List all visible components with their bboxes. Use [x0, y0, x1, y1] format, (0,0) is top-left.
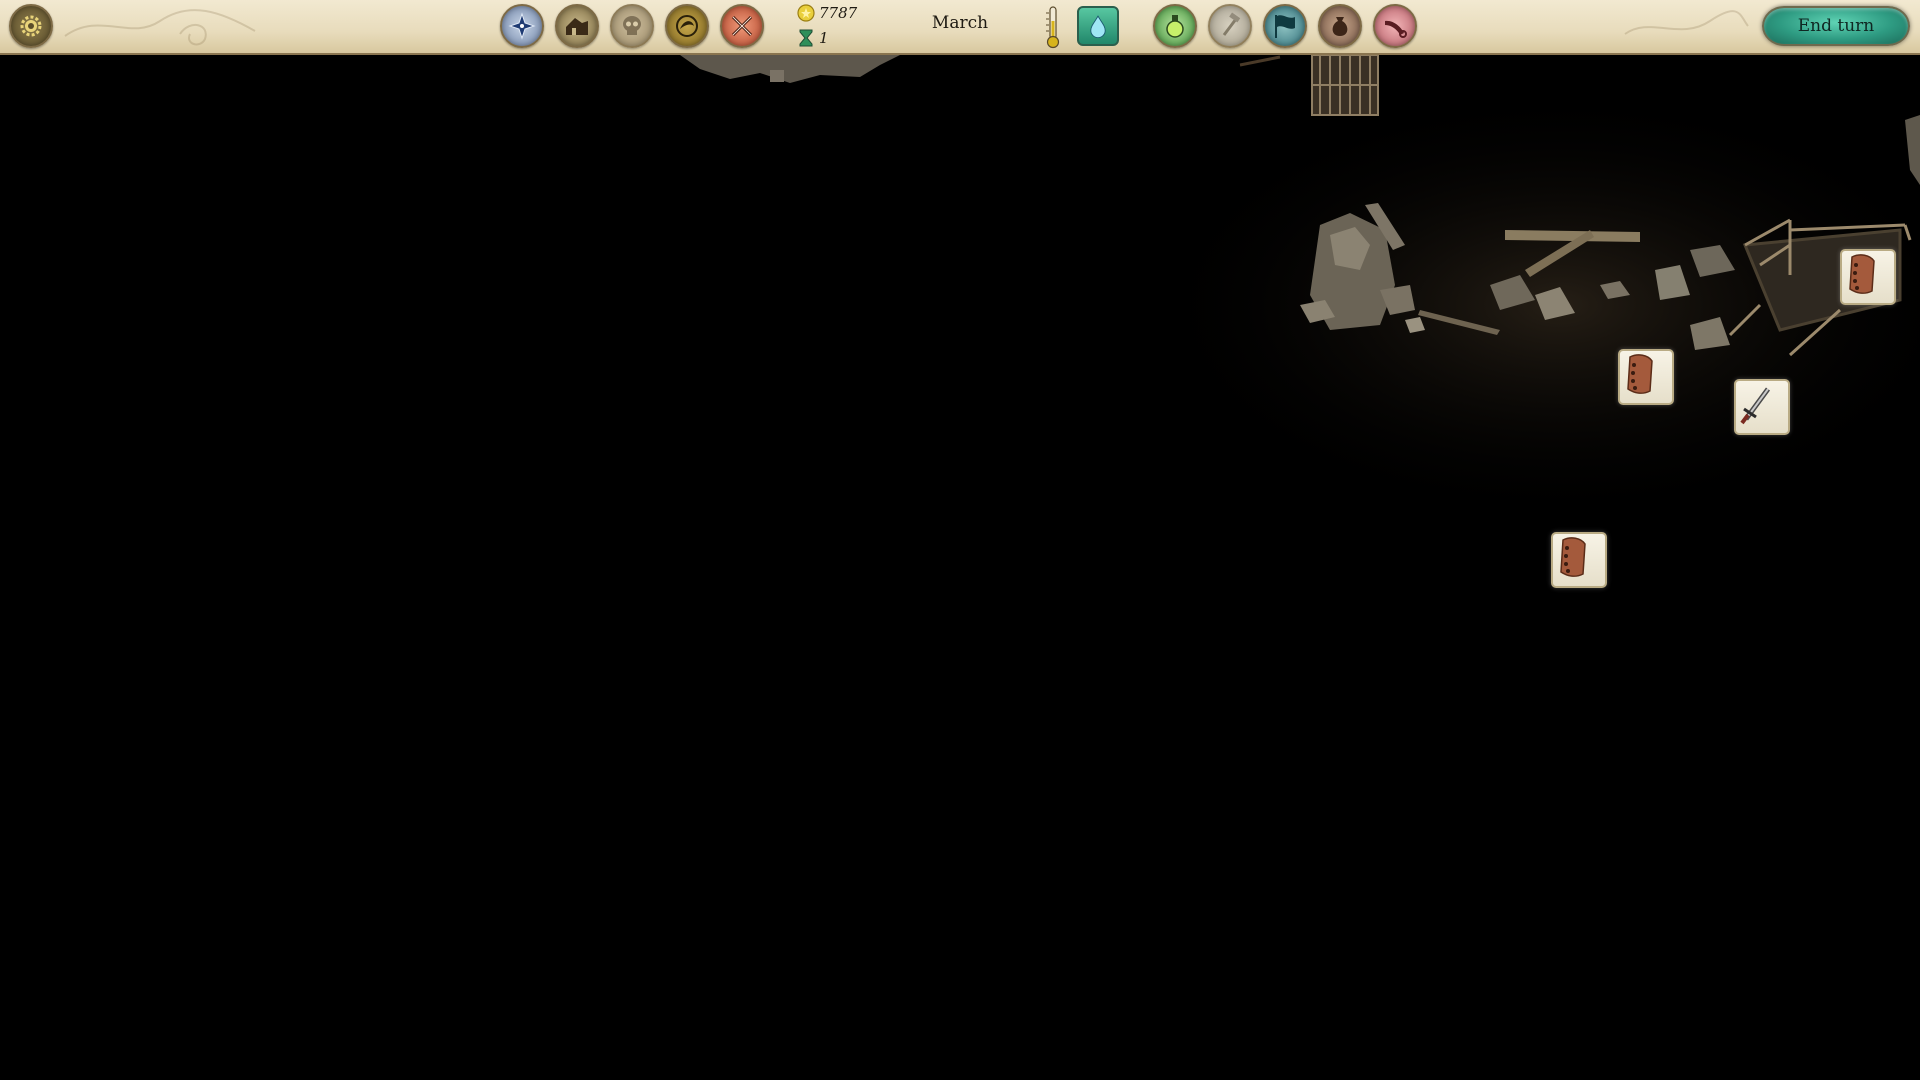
- edge-rocks: [1905, 115, 1920, 185]
- wooden-cage: [1311, 55, 1379, 116]
- top-bar: 7787 1 March End turn: [0, 0, 1920, 55]
- leather-armor-icon: [1627, 354, 1653, 394]
- water-drop-icon: [1090, 15, 1106, 38]
- enemies-button[interactable]: [610, 4, 654, 48]
- gold-amount: 7787: [819, 4, 858, 22]
- loot-marker[interactable]: [1618, 349, 1674, 405]
- events-button[interactable]: [1373, 4, 1417, 48]
- horn-icon: [1385, 20, 1407, 38]
- faith-icon: [676, 15, 698, 37]
- gold-row: 7787: [797, 2, 857, 24]
- loot-marker[interactable]: [1840, 249, 1896, 305]
- hammer-icon: [1222, 12, 1241, 36]
- month-label: March: [931, 13, 989, 33]
- turn-number: 1: [819, 29, 829, 47]
- game-world[interactable]: [0, 55, 1920, 1080]
- combat-button[interactable]: [720, 4, 764, 48]
- gold-coin-icon: [797, 4, 815, 22]
- potion-icon: [1166, 15, 1184, 38]
- explore-button[interactable]: [500, 4, 544, 48]
- hourglass-icon: [799, 29, 813, 47]
- diplomacy-button[interactable]: [1263, 4, 1307, 48]
- rubble-pile-top: [680, 55, 900, 83]
- loot-marker[interactable]: [1551, 532, 1607, 588]
- bag-icon: [1332, 17, 1348, 36]
- crossed-swords-icon: [731, 15, 753, 37]
- decorative-swirl: [64, 9, 256, 46]
- thermometer-icon: [1046, 6, 1060, 49]
- resources-panel: 7787 1: [797, 2, 887, 50]
- inventory-button[interactable]: [1318, 4, 1362, 48]
- fence-post: [1239, 55, 1281, 67]
- alchemy-button[interactable]: [1153, 4, 1197, 48]
- compass-icon: [508, 12, 536, 40]
- skull-icon: [623, 16, 641, 35]
- loot-marker[interactable]: [1734, 379, 1790, 435]
- world-terrain: [680, 55, 1920, 525]
- leather-armor-icon: [1849, 254, 1875, 294]
- humidity-indicator[interactable]: [1077, 6, 1119, 46]
- house-icon: [566, 18, 588, 35]
- flag-icon: [1275, 15, 1295, 38]
- leather-armor-icon: [1560, 537, 1586, 577]
- turn-row: 1: [797, 27, 829, 49]
- end-turn-button[interactable]: End turn: [1762, 6, 1910, 46]
- gear-icon: [20, 15, 42, 37]
- buildings-button[interactable]: [555, 4, 599, 48]
- faith-button[interactable]: [665, 4, 709, 48]
- crafting-button[interactable]: [1208, 4, 1252, 48]
- decorative-swirl: [1624, 10, 1749, 35]
- settings-button[interactable]: [9, 4, 53, 48]
- sword-icon: [1740, 387, 1771, 425]
